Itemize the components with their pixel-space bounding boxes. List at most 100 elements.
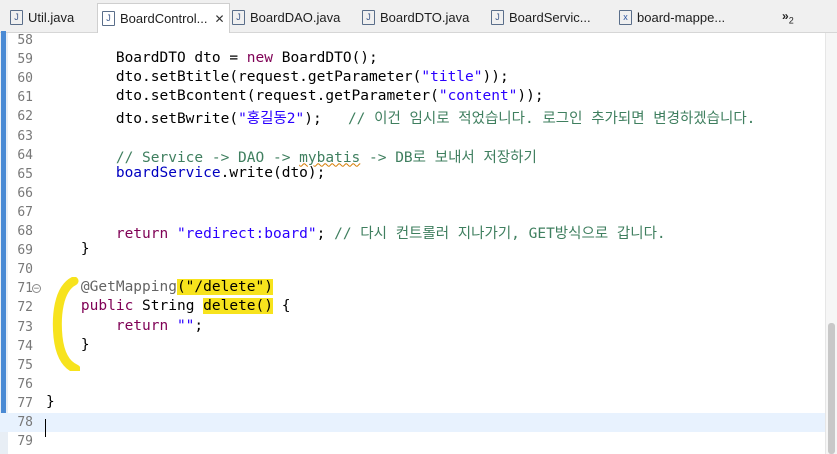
code-token: dto.setBtitle(request.getParameter( [46, 69, 422, 86]
code-text: BoardDTO dto = new BoardDTO(); [46, 50, 378, 66]
code-token: // Service -> DAO -> [46, 149, 300, 166]
code-line[interactable]: 67 [0, 203, 825, 222]
code-token: BoardDTO(); [273, 50, 378, 67]
code-line[interactable]: 61 dto.setBcontent(request.getParameter(… [0, 88, 825, 107]
text-caret [45, 419, 46, 437]
code-token: "홍길동2" [238, 111, 305, 128]
code-token: boardService [46, 164, 221, 181]
code-token: )); [517, 88, 544, 105]
tab-util-java[interactable]: J Util.java [10, 4, 74, 31]
scrollbar-thumb[interactable] [828, 323, 835, 454]
code-token: BoardDTO dto = [46, 50, 247, 67]
code-text: } [46, 394, 55, 410]
java-file-icon: J [232, 10, 245, 25]
code-line[interactable]: 65 boardService.write(dto); [0, 165, 825, 184]
tab-label: BoardControl... [120, 11, 208, 26]
tab-boarddto-java[interactable]: J BoardDTO.java [362, 4, 469, 31]
java-file-icon: J [491, 10, 504, 25]
java-file-icon: J [10, 10, 23, 25]
line-number: 72 [17, 300, 33, 316]
yellow-bracket-annotation [52, 277, 80, 371]
code-line[interactable]: 73 return ""; [0, 318, 825, 337]
code-token: { [273, 298, 291, 315]
line-number: 71 [17, 281, 33, 297]
code-line[interactable]: 58 [0, 31, 825, 50]
line-number: 58 [17, 33, 33, 48]
code-line[interactable]: 69 } [0, 241, 825, 260]
line-number: 76 [17, 376, 33, 392]
line-number: 61 [17, 90, 33, 106]
code-line[interactable]: 74 } [0, 337, 825, 356]
code-token: "redirect:board" [176, 226, 317, 242]
code-line[interactable]: 60 dto.setBtitle(request.getParameter("t… [0, 69, 825, 88]
code-token: } [46, 241, 90, 258]
code-token: // 이건 임시로 적었습니다. 로그인 추가되면 변경하겠습니다. [347, 111, 756, 128]
code-line[interactable]: 66 [0, 184, 825, 203]
code-line[interactable]: 72 public String delete() { [0, 298, 825, 317]
code-token: new [246, 50, 273, 67]
code-line[interactable]: 70 [0, 260, 825, 279]
xml-file-icon: x [619, 10, 632, 25]
tab-boarddao-java[interactable]: J BoardDAO.java [232, 4, 340, 31]
code-line[interactable]: 79 [0, 432, 825, 451]
code-token: // 다시 컨트롤러 지나가기, GET방식으로 갑니다. [334, 226, 666, 242]
code-line[interactable]: 62 dto.setBwrite("홍길동2"); // 이건 임시로 적었습니… [0, 107, 825, 128]
code-token: ; [194, 317, 204, 334]
line-number: 63 [17, 128, 33, 144]
line-number: 60 [17, 71, 33, 87]
line-number: 67 [17, 204, 33, 220]
line-number: 74 [17, 338, 33, 354]
close-icon[interactable]: ✕ [214, 12, 224, 26]
code-text: dto.setBcontent(request.getParameter("co… [46, 88, 544, 104]
line-number: 59 [17, 52, 33, 68]
code-text: dto.setBtitle(request.getParameter("titl… [46, 69, 509, 85]
code-token: String [133, 298, 204, 315]
tab-overflow-button[interactable]: »2 [782, 9, 794, 25]
line-number: 66 [17, 185, 33, 201]
line-number: 69 [17, 243, 33, 259]
code-line[interactable]: 75 [0, 356, 825, 375]
line-number: 73 [17, 319, 33, 335]
code-line[interactable]: 63 [0, 127, 825, 146]
line-number: 64 [17, 147, 33, 163]
code-token: delete() [203, 298, 273, 315]
code-token: .write(dto); [220, 164, 326, 181]
tab-label: BoardDAO.java [250, 10, 341, 25]
code-text: dto.setBwrite("홍길동2"); // 이건 임시로 적었습니다. … [46, 107, 756, 128]
code-line[interactable]: 78 [0, 413, 825, 433]
tab-board-mappe[interactable]: x board-mappe... [619, 4, 725, 31]
code-text: return "redirect:board"; // 다시 컨트롤러 지나가기… [46, 222, 666, 243]
tab-boardcontrol[interactable]: J BoardControl... ✕ [97, 3, 230, 33]
code-token: } [46, 393, 55, 410]
code-line[interactable]: 64 // Service -> DAO -> mybatis -> DB로 보… [0, 146, 825, 167]
code-text: public String delete() { [46, 298, 291, 315]
java-file-icon: J [362, 10, 375, 25]
code-text: boardService.write(dto); [46, 164, 326, 181]
code-text: @GetMapping("/delete") [46, 279, 273, 296]
tab-boardservic[interactable]: J BoardServic... [491, 4, 591, 31]
fold-collapse-icon[interactable]: − [32, 284, 41, 294]
code-token: dto.setBwrite( [46, 111, 239, 128]
code-token: return [46, 226, 169, 242]
line-number: 77 [17, 395, 33, 411]
code-line[interactable]: 59 BoardDTO dto = new BoardDTO(); [0, 50, 825, 69]
code-token: "" [176, 317, 195, 334]
line-number: 79 [17, 434, 33, 450]
code-token: "content" [438, 88, 518, 105]
code-line[interactable]: 76 [0, 375, 825, 394]
code-token: "title" [421, 69, 483, 86]
code-line[interactable]: 68 return "redirect:board"; // 다시 컨트롤러 지… [0, 222, 825, 243]
code-text: } [46, 241, 90, 257]
code-text: // Service -> DAO -> mybatis -> DB로 보내서 … [46, 146, 537, 167]
code-line[interactable]: 71− @GetMapping("/delete") [0, 279, 825, 298]
code-token: )); [482, 69, 509, 86]
code-line[interactable]: 77} [0, 394, 825, 413]
code-token: ; [316, 226, 335, 242]
code-editor[interactable]: 58 59 BoardDTO dto = new BoardDTO(); 60 dt… [0, 31, 837, 454]
line-number: 62 [17, 109, 33, 125]
code-token: ("/delete") [176, 279, 273, 296]
tab-label: Util.java [28, 10, 75, 25]
line-number: 65 [17, 166, 33, 182]
